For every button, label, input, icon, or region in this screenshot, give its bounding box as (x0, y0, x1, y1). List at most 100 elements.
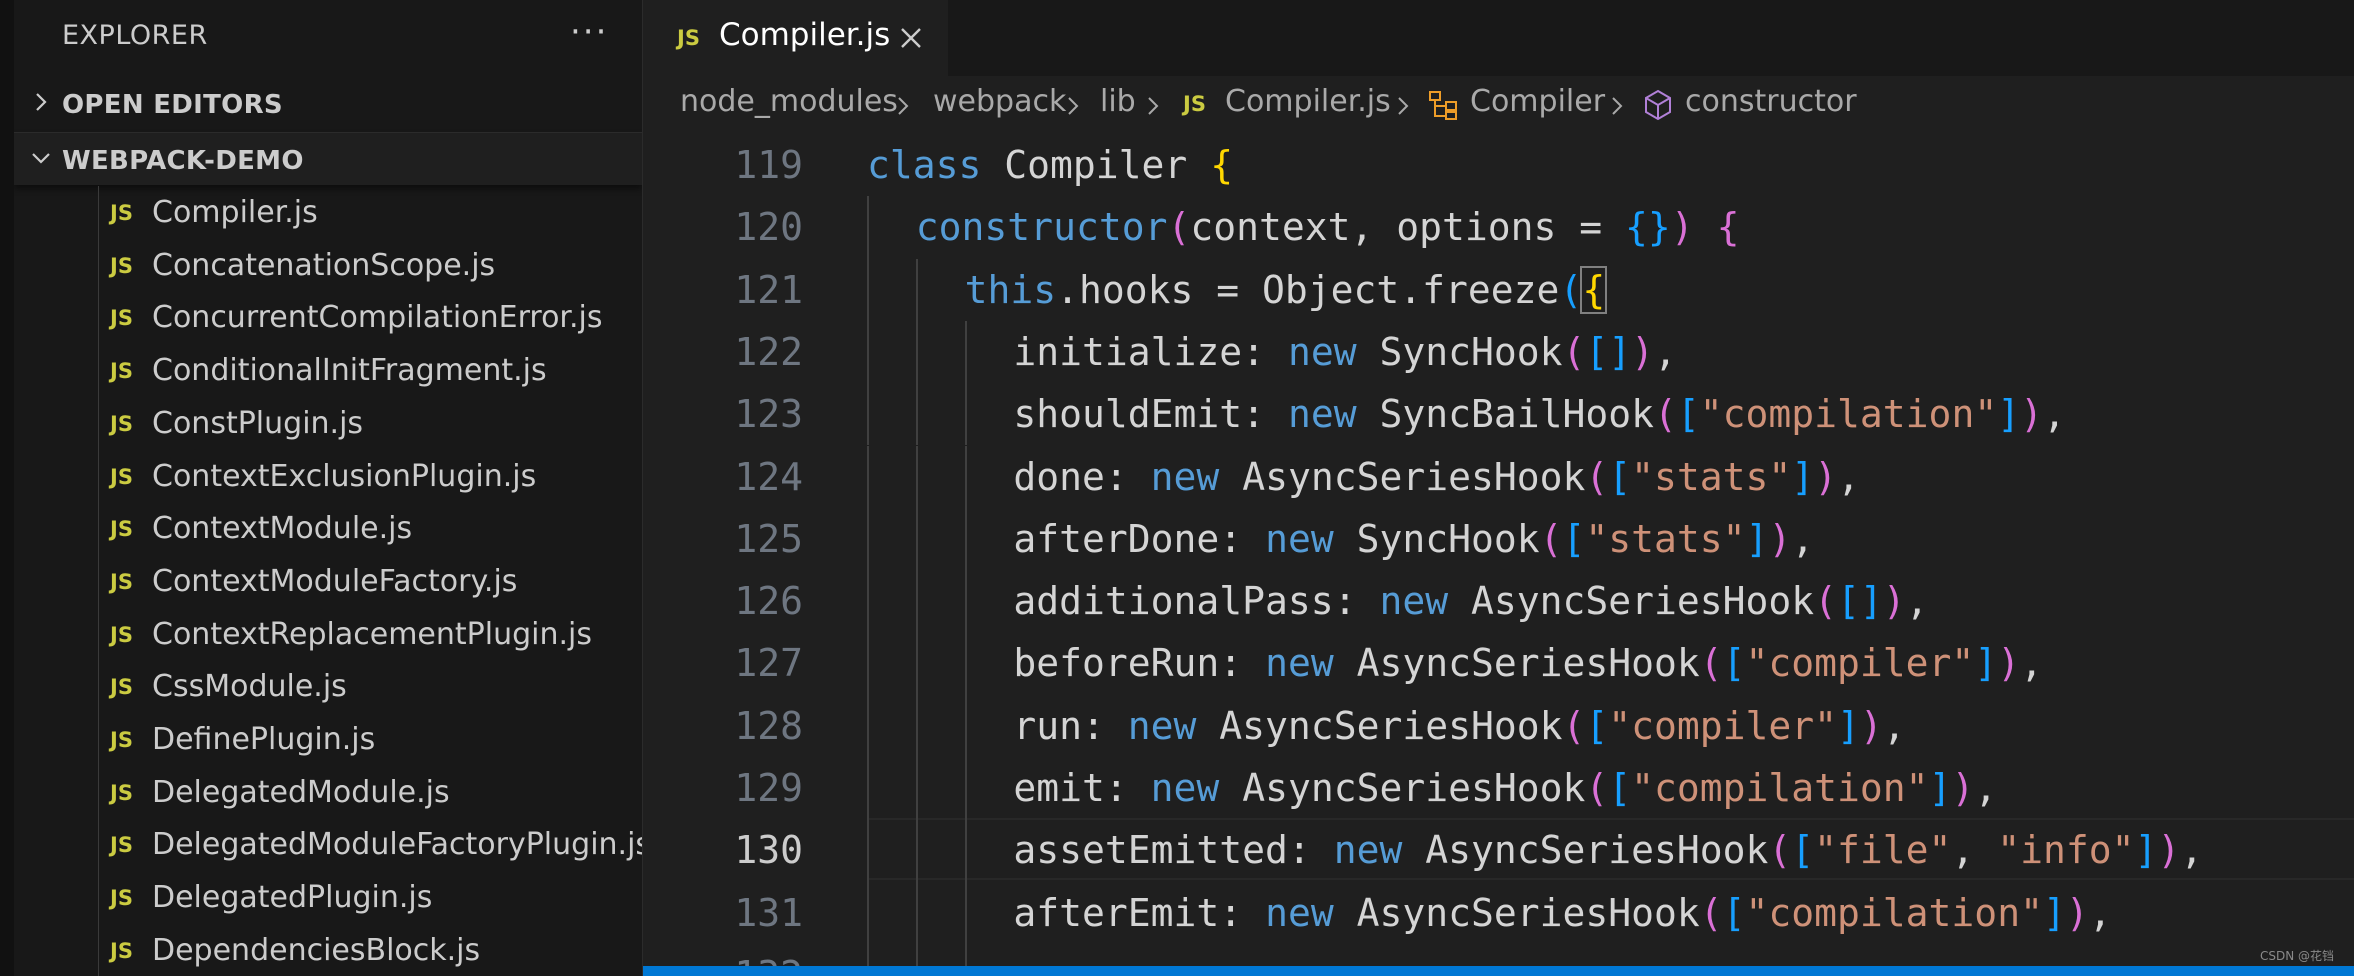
file-tree-item[interactable]: JS ConstPlugin.js (14, 397, 642, 449)
code-token: "compilation" (1631, 766, 1929, 810)
file-name: ConcurrentCompilationError.js (152, 300, 603, 336)
indent-guide (867, 196, 869, 259)
file-tree-item[interactable]: JS ContextModule.js (14, 502, 642, 554)
code-token: , (1791, 516, 1815, 561)
code-token: context, options = (1190, 205, 1626, 250)
explorer-header: EXPLORER ··· (14, 0, 642, 70)
code-line: done: new AsyncSeriesHook(["stats"]), (1013, 446, 1860, 508)
indent-guide (915, 570, 918, 633)
close-icon[interactable] (897, 24, 925, 52)
code-token: [ (1585, 703, 1609, 748)
line-number: 119 (734, 143, 803, 187)
section-open-editors-label: OPEN EDITORS (62, 90, 283, 120)
code-editor[interactable]: 119 class Compiler {120 constructor(contex… (643, 134, 2354, 966)
file-tree-item[interactable]: JS ConcatenationScope.js (14, 239, 642, 291)
code-token: , (1654, 329, 1677, 374)
tab-compiler-js[interactable]: JS Compiler.js (643, 0, 948, 78)
code-token: [] (1837, 579, 1883, 624)
js-file-icon: JS (677, 26, 700, 50)
file-tree-item[interactable]: JS ContextReplacementPlugin.js (14, 608, 642, 660)
code-token: new (1333, 828, 1403, 873)
indent-guide (964, 383, 967, 446)
breadcrumb-item-node-modules[interactable]: node_modules (680, 84, 898, 119)
file-name: ConstPlugin.js (152, 405, 364, 441)
js-file-icon: JS (110, 622, 133, 647)
section-open-editors[interactable]: OPEN EDITORS (14, 77, 642, 129)
code-token: [ (1608, 454, 1632, 499)
file-tree-item[interactable]: JS ConcurrentCompilationError.js (14, 291, 642, 343)
code-token: AsyncSeriesHook (1219, 454, 1586, 499)
code-token: , (1951, 828, 1998, 873)
code-token: shouldEmit: (1013, 392, 1288, 437)
indent-guide (915, 757, 918, 820)
code-token: ] (1974, 641, 1998, 686)
indent-guide (915, 632, 918, 695)
js-file-icon: JS (110, 886, 133, 911)
breadcrumb-item-webpack[interactable]: webpack (933, 84, 1066, 119)
code-line: class Compiler { (867, 134, 1233, 196)
indent-guide (964, 570, 967, 633)
code-token: , (1905, 579, 1929, 624)
file-tree-item[interactable]: JS DefinePlugin.js (14, 713, 642, 765)
code-token: [ (1722, 890, 1746, 935)
indent-guide (867, 694, 869, 757)
code-token: ) (1670, 205, 1694, 250)
code-token: "compiler" (1745, 641, 1975, 686)
js-file-icon: JS (110, 253, 133, 278)
code-token: , (1837, 454, 1860, 499)
code-token: ( (1562, 329, 1586, 374)
code-token: ) (1814, 454, 1838, 499)
code-line: shouldEmit: new SyncBailHook(["compilati… (1013, 383, 2065, 445)
breadcrumb-item-class[interactable]: Compiler (1470, 84, 1605, 119)
code-token: AsyncSeriesHook (1402, 828, 1769, 873)
file-tree-item[interactable]: JS ContextExclusionPlugin.js (14, 450, 642, 502)
indent-guide (867, 507, 869, 571)
indent-guide (867, 881, 869, 944)
js-file-icon: JS (110, 569, 133, 594)
code-token: ] (1745, 516, 1769, 561)
line-number: 120 (734, 205, 803, 250)
file-tree-item[interactable]: JS CssModule.js (14, 660, 642, 712)
code-token: ) (1859, 703, 1883, 748)
code-token: "stats" (1585, 516, 1746, 561)
line-number: 128 (734, 703, 803, 748)
code-token: [ (1562, 516, 1586, 561)
file-tree-item[interactable]: JS ConditionalInitFragment.js (14, 344, 642, 396)
section-webpack-demo[interactable]: WEBPACK-DEMO (14, 132, 642, 185)
code-token: ( (1654, 392, 1677, 437)
code-token: , (2088, 890, 2112, 935)
indent-guide (915, 943, 918, 966)
file-tree-item[interactable]: JS Compiler.js (14, 186, 642, 238)
file-tree-item[interactable]: JS DelegatedModule.js (14, 766, 642, 818)
file-tree-item[interactable]: JS DependenciesBlock.js (14, 924, 642, 976)
class-symbol-icon (1429, 91, 1457, 120)
chevron-down-icon (32, 153, 50, 164)
code-line: this.hooks = Object.freeze({ (965, 259, 1608, 321)
js-file-icon: JS (110, 306, 133, 331)
breadcrumb-item-lib[interactable]: lib (1100, 84, 1136, 119)
code-token: ] (2134, 828, 2158, 873)
line-number: 130 (734, 828, 803, 873)
code-line: emit: new AsyncSeriesHook(["compilation"… (1013, 757, 1997, 819)
line-number: 123 (734, 392, 803, 437)
file-name: ContextReplacementPlugin.js (152, 616, 592, 652)
method-symbol-icon (1645, 89, 1671, 121)
ellipsis-icon[interactable]: ··· (570, 12, 608, 52)
explorer-title: EXPLORER (62, 20, 208, 51)
file-tree-item[interactable]: JS DelegatedModuleFactoryPlugin.js (14, 818, 642, 870)
window-edge (0, 0, 14, 976)
indent-guide (964, 694, 967, 757)
code-token: AsyncSeriesHook (1196, 703, 1563, 748)
code-token: [ (1676, 392, 1700, 437)
section-webpack-demo-label: WEBPACK-DEMO (62, 146, 304, 176)
tab-bar: JS Compiler.js (643, 0, 2354, 78)
file-tree-item[interactable]: JS ContextModuleFactory.js (14, 555, 642, 607)
indent-guide (915, 258, 918, 321)
breadcrumb-item-method[interactable]: constructor (1685, 84, 1857, 119)
code-token: ) (2020, 392, 2043, 437)
breadcrumb-item-file[interactable]: Compiler.js (1225, 84, 1391, 119)
code-token: , (2042, 392, 2066, 437)
file-tree-item[interactable]: JS DelegatedPlugin.js (14, 871, 642, 923)
js-file-icon: JS (1183, 92, 1206, 116)
